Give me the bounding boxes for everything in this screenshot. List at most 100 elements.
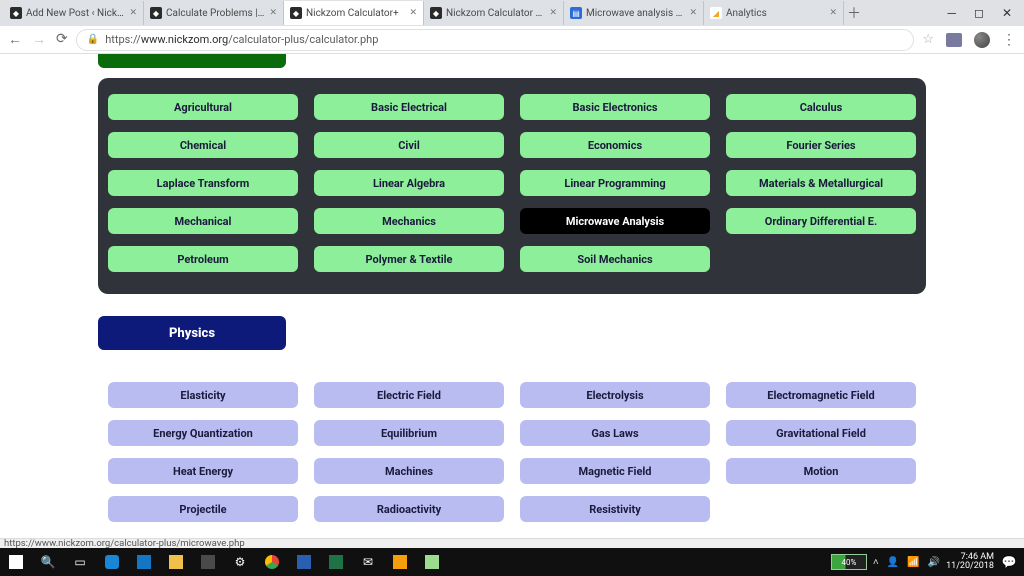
- engineering-topic-button[interactable]: Basic Electrical: [314, 94, 504, 120]
- settings-gear-icon[interactable]: ⚙: [224, 548, 256, 576]
- browser-tab[interactable]: ▤Microwave analysis and✕: [564, 1, 704, 25]
- engineering-topic-button[interactable]: Polymer & Textile: [314, 246, 504, 272]
- physics-topic-button[interactable]: Energy Quantization: [108, 420, 298, 446]
- engineering-topic-button[interactable]: Agricultural: [108, 94, 298, 120]
- engineering-topic-button[interactable]: Microwave Analysis: [520, 208, 710, 234]
- tabs-container: ◆Add New Post ‹ Nickzo✕◆Calculate Proble…: [0, 0, 844, 26]
- physics-section-header: Physics: [98, 316, 926, 350]
- tab-label: Nickzom Calculator Sol: [446, 8, 545, 19]
- extension-icon[interactable]: [946, 33, 962, 47]
- back-button[interactable]: ←: [8, 31, 22, 48]
- physics-topic-button[interactable]: Radioactivity: [314, 496, 504, 522]
- tab-close-icon[interactable]: ✕: [829, 8, 837, 18]
- physics-topic-button[interactable]: Gravitational Field: [726, 420, 916, 446]
- maximize-button[interactable]: ◻: [974, 6, 984, 20]
- url-field[interactable]: 🔒 https://www.nickzom.org/calculator-plu…: [76, 29, 915, 51]
- minimize-button[interactable]: ─: [947, 6, 956, 20]
- calculator-icon[interactable]: [192, 548, 224, 576]
- browser-tab[interactable]: ◆Nickzom Calculator Sol✕: [424, 1, 564, 25]
- physics-topic-button[interactable]: Electrolysis: [520, 382, 710, 408]
- favicon: ◆: [10, 7, 22, 19]
- reload-button[interactable]: ⟳: [56, 31, 68, 48]
- browser-tabstrip: ◆Add New Post ‹ Nickzo✕◆Calculate Proble…: [0, 0, 1024, 26]
- action-center-icon[interactable]: 💬: [1000, 548, 1018, 576]
- mail-icon[interactable]: ✉: [352, 548, 384, 576]
- engineering-topic-button[interactable]: Petroleum: [108, 246, 298, 272]
- system-tray[interactable]: ˄ 👤 📶 🔊: [873, 557, 940, 568]
- browser-tab[interactable]: ◆ Nickzom Calculator+ ✕: [284, 1, 424, 25]
- taskbar-clock[interactable]: 7:46 AM 11/20/2018: [946, 553, 994, 571]
- word-icon[interactable]: [288, 548, 320, 576]
- physics-topic-button[interactable]: Machines: [314, 458, 504, 484]
- engineering-topic-button[interactable]: Chemical: [108, 132, 298, 158]
- browser-tab[interactable]: ◆Calculate Problems | M✕: [144, 1, 284, 25]
- edge-icon[interactable]: [96, 548, 128, 576]
- volume-icon[interactable]: 🔊: [928, 557, 940, 568]
- forward-button[interactable]: →: [32, 31, 46, 48]
- tray-chevron-icon[interactable]: ˄: [873, 557, 879, 568]
- browser-tab[interactable]: ◢Analytics✕: [704, 1, 844, 25]
- bookmark-star-icon[interactable]: ☆: [922, 32, 934, 47]
- url-text: https://www.nickzom.org/calculator-plus/…: [105, 33, 378, 46]
- engineering-topic-button[interactable]: Mechanics: [314, 208, 504, 234]
- toolbar-right: ☆ ⋮: [922, 32, 1016, 48]
- physics-topic-button[interactable]: Elasticity: [108, 382, 298, 408]
- people-icon[interactable]: 👤: [887, 557, 899, 568]
- windows-taskbar: 🔍 ▭ ⚙ ✉ 40% ˄ 👤 📶 🔊 7:46 AM 11/20/2018 💬: [0, 548, 1024, 576]
- physics-topic-button[interactable]: Heat Energy: [108, 458, 298, 484]
- notepad-icon[interactable]: [416, 548, 448, 576]
- engineering-topic-button[interactable]: Calculus: [726, 94, 916, 120]
- physics-topic-button[interactable]: Electric Field: [314, 382, 504, 408]
- physics-topic-button[interactable]: Magnetic Field: [520, 458, 710, 484]
- tab-label: Add New Post ‹ Nickzo: [26, 8, 125, 19]
- nav-arrows: ← → ⟳: [8, 31, 68, 48]
- task-view-icon[interactable]: ▭: [64, 548, 96, 576]
- physics-topic-button[interactable]: Motion: [726, 458, 916, 484]
- physics-topic-button[interactable]: Electromagnetic Field: [726, 382, 916, 408]
- physics-heading-button[interactable]: Physics: [98, 316, 286, 350]
- wifi-icon[interactable]: 📶: [907, 557, 919, 568]
- browser-tab[interactable]: ◆ Add New Post ‹ Nickzo ✕: [4, 1, 144, 25]
- close-window-button[interactable]: ✕: [1002, 6, 1012, 20]
- engineering-topic-button[interactable]: Linear Programming: [520, 170, 710, 196]
- physics-topic-button[interactable]: Gas Laws: [520, 420, 710, 446]
- physics-card: Elasticity Electric Field Electrolysis Elec…: [98, 360, 926, 522]
- excel-icon[interactable]: [320, 548, 352, 576]
- engineering-topic-button[interactable]: Ordinary Differential E.: [726, 208, 916, 234]
- tab-label: Microwave analysis and: [586, 8, 685, 19]
- engineering-topic-button[interactable]: Laplace Transform: [108, 170, 298, 196]
- taskbar-right: 40% ˄ 👤 📶 🔊 7:46 AM 11/20/2018 💬: [831, 548, 1024, 576]
- page-content: Agricultural Basic Electrical Basic Electr…: [0, 54, 1024, 522]
- app-l-icon[interactable]: [128, 548, 160, 576]
- battery-indicator[interactable]: 40%: [831, 554, 867, 570]
- engineering-topic-button[interactable]: Fourier Series: [726, 132, 916, 158]
- chrome-icon[interactable]: [256, 548, 288, 576]
- favicon: ◆: [290, 7, 302, 19]
- start-button[interactable]: [0, 548, 32, 576]
- section-header-partial: [98, 54, 286, 68]
- tab-close-icon[interactable]: ✕: [129, 8, 137, 18]
- menu-dots-icon[interactable]: ⋮: [1002, 32, 1016, 48]
- engineering-topic-button[interactable]: Soil Mechanics: [520, 246, 710, 272]
- tab-close-icon[interactable]: ✕: [689, 8, 697, 18]
- engineering-topic-button[interactable]: Civil: [314, 132, 504, 158]
- engineering-topic-button[interactable]: Economics: [520, 132, 710, 158]
- search-icon[interactable]: 🔍: [32, 548, 64, 576]
- engineering-topic-button[interactable]: Linear Algebra: [314, 170, 504, 196]
- lock-icon: 🔒: [87, 34, 99, 45]
- new-tab-button[interactable]: ＋: [844, 3, 864, 23]
- tab-close-icon[interactable]: ✕: [409, 8, 417, 18]
- tab-close-icon[interactable]: ✕: [269, 8, 277, 18]
- engineering-topic-button[interactable]: Mechanical: [108, 208, 298, 234]
- physics-topic-button[interactable]: Projectile: [108, 496, 298, 522]
- physics-topic-button[interactable]: Resistivity: [520, 496, 710, 522]
- tab-label: Nickzom Calculator+: [306, 8, 405, 19]
- file-explorer-icon[interactable]: [160, 548, 192, 576]
- sublime-icon[interactable]: [384, 548, 416, 576]
- profile-avatar[interactable]: [974, 32, 990, 48]
- physics-topic-button[interactable]: Equilibrium: [314, 420, 504, 446]
- engineering-topic-button[interactable]: Materials & Metallurgical: [726, 170, 916, 196]
- tab-close-icon[interactable]: ✕: [549, 8, 557, 18]
- engineering-topic-button[interactable]: Basic Electronics: [520, 94, 710, 120]
- status-bar-link: https://www.nickzom.org/calculator-plus/…: [0, 538, 1024, 548]
